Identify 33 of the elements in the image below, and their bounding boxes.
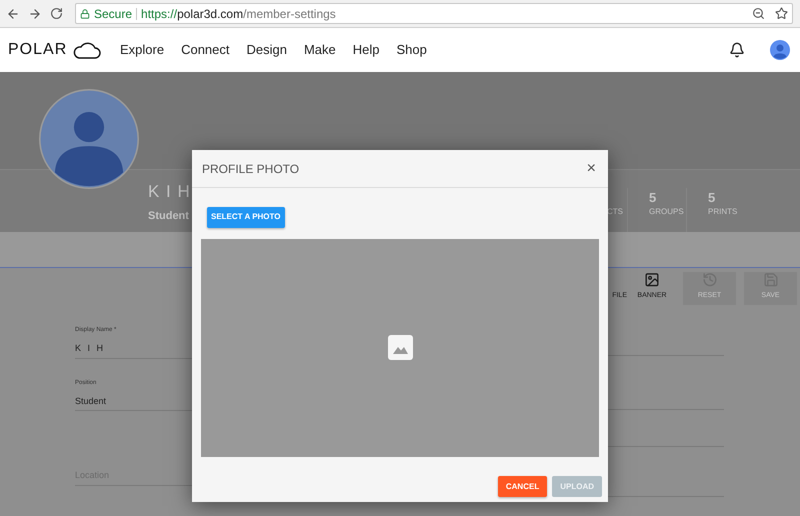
avatar-icon[interactable] — [770, 40, 790, 60]
nav-link[interactable]: Explore — [120, 40, 164, 60]
secure-label: Secure — [94, 6, 132, 22]
stat-value: 5 — [649, 189, 658, 204]
image-icon — [644, 272, 660, 288]
dialog-title: PROFILE PHOTO — [202, 160, 300, 178]
save-icon — [762, 272, 778, 288]
zoom-icon[interactable] — [752, 7, 765, 20]
back-icon[interactable] — [6, 6, 20, 20]
cancel-button[interactable]: CANCEL — [498, 476, 548, 497]
lock-icon — [80, 8, 90, 18]
stat-label: PRINTS — [708, 206, 738, 218]
nav-link[interactable]: Make — [304, 40, 336, 60]
reload-icon[interactable] — [50, 7, 63, 20]
stat-label: GROUPS — [649, 206, 685, 218]
url-text: https://polar3d.com/member-settings — [141, 6, 336, 22]
close-button[interactable]: × — [584, 160, 598, 176]
nav-link[interactable]: Shop — [396, 40, 427, 60]
notification-bell-icon[interactable] — [729, 42, 745, 58]
select-photo-button[interactable]: SELECT A PHOTO — [207, 206, 284, 228]
forward-icon[interactable] — [28, 6, 42, 20]
profile-position: Student — [148, 209, 189, 224]
reset-icon — [702, 272, 718, 288]
address-bar[interactable]: Secure https://polar3d.com/member-settings — [75, 3, 793, 24]
stat-value: 5 — [708, 189, 716, 204]
nav-link[interactable]: Help — [352, 40, 380, 60]
nav-link[interactable]: Connect — [181, 40, 230, 60]
nav-link[interactable]: Design — [246, 40, 287, 60]
image-placeholder-icon — [388, 335, 412, 360]
profile-name: K I H — [148, 181, 191, 203]
star-icon[interactable] — [775, 7, 788, 20]
logo[interactable]: POLAR — [8, 38, 120, 62]
cloud-icon — [73, 40, 102, 60]
